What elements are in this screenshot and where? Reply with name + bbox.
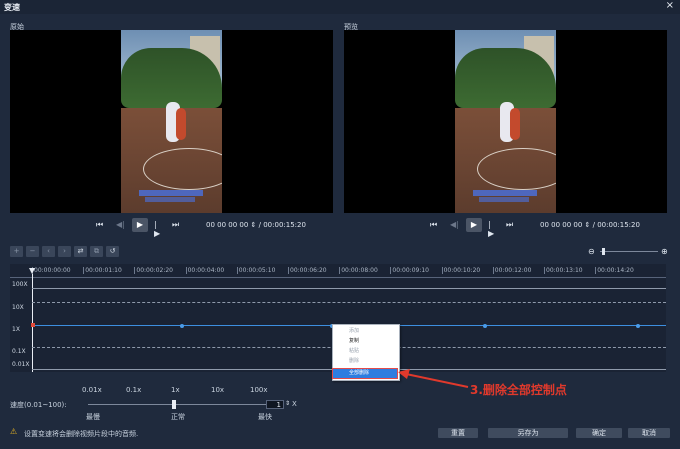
control-point[interactable] — [636, 324, 640, 328]
annotation-text: 3.删除全部控制点 — [470, 383, 567, 397]
control-point[interactable] — [180, 324, 184, 328]
ruler-tick: 00:00:13:10 — [544, 267, 583, 274]
normal-label: 正常 — [171, 413, 185, 421]
warning-text: 设置变速将会删除视频片段中的音频. — [24, 430, 139, 438]
menu-item-delete-all[interactable]: 全部删除 — [332, 368, 398, 379]
reset-button[interactable]: 重置 — [438, 428, 478, 438]
flip-icon[interactable]: ⇄ — [74, 246, 87, 257]
scale-10x: 10x — [211, 386, 225, 394]
warning-icon: ⚠ — [10, 427, 18, 436]
preview-video — [344, 30, 667, 213]
play-icon[interactable]: ▶ — [132, 218, 148, 232]
menu-item-delete[interactable]: 删除 — [333, 357, 397, 366]
line-10x — [32, 302, 666, 303]
speed-label-100x: 100X — [12, 281, 28, 288]
prev-frame-icon[interactable]: ◀| — [450, 220, 459, 229]
remove-point-icon[interactable]: − — [26, 246, 39, 257]
go-start-icon[interactable]: ⏮ — [430, 220, 437, 230]
speed-label-0.01x: 0.01X — [12, 361, 30, 368]
menu-item-paste[interactable]: 粘贴 — [333, 347, 397, 356]
context-menu: 添加 复制 粘贴 删除 全部删除 — [332, 324, 400, 381]
scale-0.01x: 0.01x — [82, 386, 102, 394]
control-point[interactable] — [483, 324, 487, 328]
ruler-tick: 00:00:02:20 — [134, 267, 173, 274]
ruler-tick: 00:00:09:10 — [390, 267, 429, 274]
duration-label: / 00:00:15:20 — [592, 221, 640, 229]
zoom-out-icon[interactable]: ⊖ — [588, 247, 595, 256]
ruler-tick: 00:00:08:00 — [339, 267, 378, 274]
slowest-label: 最慢 — [86, 413, 100, 421]
prev-frame-icon[interactable]: ◀| — [116, 220, 125, 229]
zoom-in-icon[interactable]: ⊕ — [661, 247, 668, 256]
save-as-button[interactable]: 另存为 — [488, 428, 568, 438]
ruler-tick: 00:00:10:20 — [441, 267, 481, 274]
duration-label: / 00:00:15:20 — [258, 221, 306, 229]
menu-item-copy[interactable]: 复制 — [333, 337, 397, 346]
timecode-input[interactable]: 00 00 00 00 ⇕ / 00:00:15:20 — [540, 221, 640, 229]
ruler-tick: 00:00:06:20 — [288, 267, 327, 274]
time-ruler: 00:00:00:00 00:00:01:10 00:00:02:20 00:00:0… — [10, 264, 666, 278]
ruler-tick: 00:00:05:10 — [236, 267, 276, 274]
speed-spinner-icon[interactable]: ⇕ — [285, 400, 290, 407]
timecode-input[interactable]: 00 00 00 00 ⇕ / 00:00:15:20 — [206, 221, 306, 229]
zoom-handle[interactable] — [602, 248, 605, 255]
title-bar: 变速 × — [0, 0, 680, 14]
line-100x — [32, 288, 666, 289]
play-icon[interactable]: ▶ — [466, 218, 482, 232]
speed-unit: X — [292, 400, 297, 408]
speed-value-input[interactable]: 1 — [266, 400, 284, 409]
speed-label-1x: 1X — [12, 326, 20, 333]
ruler-tick: 00:00:01:10 — [83, 267, 122, 274]
fastest-label: 最快 — [258, 413, 272, 421]
close-icon[interactable]: × — [666, 0, 674, 11]
speed-label: 速度(0.01~100): — [10, 401, 67, 409]
ruler-tick: 00:00:00:00 — [32, 267, 71, 274]
next-frame-icon[interactable]: |▶ — [154, 220, 160, 238]
scale-0.1x: 0.1x — [126, 386, 142, 394]
menu-item-add[interactable]: 添加 — [333, 327, 397, 336]
ruler-tick: 00:00:04:00 — [185, 267, 225, 274]
next-point-icon[interactable]: › — [58, 246, 71, 257]
annotation-arrow-icon — [398, 369, 469, 388]
ruler-tick: 00:00:12:00 — [492, 267, 532, 274]
speed-slider[interactable] — [88, 404, 266, 405]
cancel-button[interactable]: 取消 — [628, 428, 670, 438]
go-end-icon[interactable]: ⏭ — [172, 220, 179, 230]
scale-1x: 1x — [171, 386, 180, 394]
speed-label-0.1x: 0.1X — [12, 348, 26, 355]
start-point-marker[interactable] — [31, 323, 35, 327]
copy-icon[interactable]: ⧉ — [90, 246, 103, 257]
ok-button[interactable]: 确定 — [576, 428, 622, 438]
go-start-icon[interactable]: ⏮ — [96, 220, 103, 230]
video-frame — [455, 30, 556, 213]
add-point-icon[interactable]: + — [10, 246, 23, 257]
video-frame — [121, 30, 222, 213]
speed-slider-handle[interactable] — [172, 400, 176, 409]
ruler-tick: 00:00:14:20 — [595, 267, 634, 274]
scale-100x: 100x — [250, 386, 268, 394]
zoom-slider[interactable] — [600, 251, 658, 252]
window-title: 变速 — [4, 3, 20, 12]
speed-label-10x: 10X — [12, 304, 24, 311]
next-frame-icon[interactable]: |▶ — [488, 220, 494, 238]
go-end-icon[interactable]: ⏭ — [506, 220, 513, 230]
reset-curve-icon[interactable]: ↺ — [106, 246, 119, 257]
prev-point-icon[interactable]: ‹ — [42, 246, 55, 257]
original-video — [10, 30, 333, 213]
